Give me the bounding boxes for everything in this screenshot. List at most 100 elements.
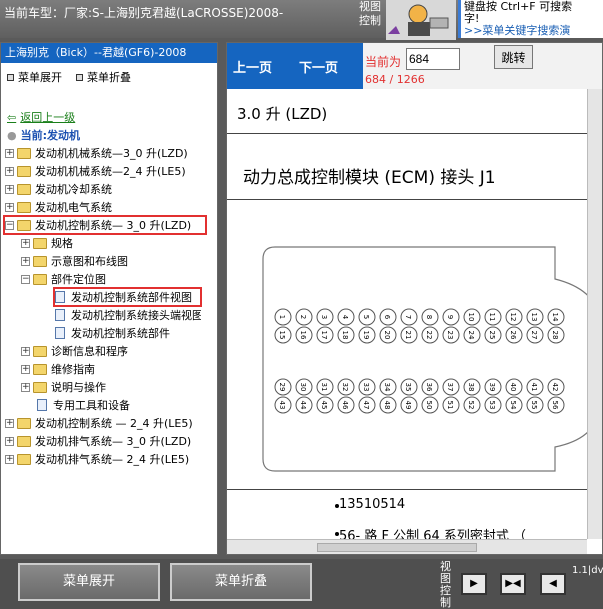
part-number: 13510514 — [339, 497, 406, 512]
tree-item-engine-electrical[interactable]: + 发动机电气系统 — [5, 199, 112, 215]
top-bar: 当前车型：厂家:S-上海别克君越(LaCROSSE)2008- 视图控制 键盘按… — [0, 0, 603, 40]
view-left-icon[interactable]: ▶ — [461, 573, 487, 595]
next-page-button[interactable]: 下一页 — [299, 57, 338, 76]
expand-icon[interactable]: + — [21, 238, 30, 248]
expand-icon[interactable]: + — [5, 436, 14, 446]
tree-label: 发动机冷却系统 — [35, 183, 112, 196]
tree-item-connector-views[interactable]: 发动机控制系统接头端视图 — [55, 307, 201, 323]
expand-icon[interactable]: + — [5, 454, 14, 464]
prev-page-button[interactable]: 上一页 — [233, 57, 272, 76]
pin-number: 39 — [488, 383, 496, 392]
expand-icon[interactable]: + — [21, 256, 30, 266]
divider — [227, 133, 602, 134]
tree-label: 发动机控制系统部件 — [71, 327, 170, 340]
expand-menu-bottom-button[interactable]: 菜单展开 — [18, 563, 160, 601]
expand-icon[interactable]: + — [21, 382, 30, 392]
folder-icon — [17, 165, 31, 177]
folder-icon — [33, 381, 47, 393]
divider — [227, 489, 602, 490]
version-label: 1.1|dv — [572, 565, 603, 576]
pin-number: 6 — [383, 315, 391, 320]
page-nav-bar: 上一页 下一页 当前为 跳转 684 / 1266 — [227, 43, 602, 89]
pin-number: 33 — [362, 383, 370, 392]
pin-number: 10 — [467, 313, 475, 322]
document-icon — [55, 291, 65, 303]
tree-item-schematics[interactable]: + 示意图和布线图 — [21, 253, 128, 269]
document-icon — [55, 327, 65, 339]
expand-menu-button[interactable]: 菜单展开 — [7, 69, 62, 85]
jump-button[interactable]: 跳转 — [494, 45, 533, 69]
pin-number: 34 — [383, 383, 391, 392]
pin-number: 40 — [509, 383, 517, 392]
expand-icon[interactable]: + — [5, 202, 14, 212]
pin-number: 49 — [404, 401, 412, 410]
tree-item-component-views[interactable]: 发动机控制系统部件视图 — [53, 287, 202, 307]
pin-number: 35 — [404, 383, 412, 392]
connector-heading: 动力总成控制模块 (ECM) 接头 J1 — [243, 168, 496, 188]
tree-item-engine-mech-lzd[interactable]: + 发动机机械系统—3_0 升(LZD) — [5, 145, 188, 161]
tree-label: 发动机机械系统—2_4 升(LE5) — [35, 165, 186, 178]
pin-number: 19 — [362, 331, 370, 340]
collapse-menu-button[interactable]: 菜单折叠 — [76, 69, 131, 85]
scroll-thumb[interactable] — [317, 543, 477, 552]
horizontal-scrollbar[interactable] — [227, 539, 587, 554]
back-link[interactable]: ⇦ 返回上一级 — [7, 109, 75, 125]
tree-item-exhaust-lzd[interactable]: + 发动机排气系统— 3_0 升(LZD) — [5, 433, 191, 449]
tree-label: 发动机控制系统接头端视图 — [71, 309, 201, 322]
tree-item-specs[interactable]: + 规格 — [21, 235, 73, 251]
expand-icon[interactable]: + — [21, 346, 30, 356]
tree-item-exhaust-le5[interactable]: + 发动机排气系统— 2_4 升(LE5) — [5, 451, 189, 467]
folder-icon — [17, 435, 31, 447]
hint-text: 键盘按 Ctrl+F 可搜索 — [464, 0, 573, 13]
folder-icon — [33, 255, 47, 267]
back-label: 返回上一级 — [20, 111, 76, 124]
pin-number: 13 — [530, 313, 538, 322]
back-arrow-icon: ⇦ — [7, 110, 17, 124]
folder-icon — [33, 363, 47, 375]
collapse-icon[interactable]: − — [5, 220, 14, 230]
view-right-icon[interactable]: ◀ — [540, 573, 566, 595]
search-demo-link[interactable]: >>菜单关键字搜索演 — [464, 25, 600, 37]
collapse-icon[interactable]: − — [21, 274, 30, 284]
tree-label: 发动机排气系统— 3_0 升(LZD) — [35, 435, 192, 448]
view-split-icon[interactable]: ▶◀ — [500, 573, 526, 595]
pin-number: 45 — [320, 401, 328, 410]
pin-number: 15 — [278, 331, 286, 340]
tree-item-repair[interactable]: + 维修指南 — [21, 361, 95, 377]
tree-label: 说明与操作 — [51, 381, 106, 394]
collapse-menu-bottom-button[interactable]: 菜单折叠 — [170, 563, 312, 601]
pin-number: 8 — [425, 315, 433, 319]
pin-number: 42 — [551, 383, 559, 392]
expand-icon[interactable]: + — [5, 166, 14, 176]
tree-item-diagnostics[interactable]: + 诊断信息和程序 — [21, 343, 128, 359]
expand-icon[interactable]: + — [21, 364, 30, 374]
folder-icon — [17, 453, 31, 465]
tree-label: 部件定位图 — [51, 273, 106, 286]
tree-item-engine-control-lzd[interactable]: − 发动机控制系统— 3_0 升(LZD) — [3, 215, 207, 235]
page-count: 684 / 1266 — [365, 73, 425, 86]
vertical-scrollbar[interactable] — [587, 89, 602, 539]
folder-icon — [17, 147, 31, 159]
folder-icon — [17, 219, 31, 231]
tree-item-tools[interactable]: 专用工具和设备 — [37, 397, 130, 413]
tree-item-engine-mech-le5[interactable]: + 发动机机械系统—2_4 升(LE5) — [5, 163, 186, 179]
vehicle-label: 当前车型：厂家:S-上海别克君越(LaCROSSE)2008- — [4, 6, 284, 20]
expand-icon[interactable]: + — [5, 184, 14, 194]
document-content: 3.0 升 (LZD) 动力总成控制模块 (ECM) 接头 J1 1 15 2 16 3… — [227, 89, 602, 539]
tree-item-engine-cooling[interactable]: + 发动机冷却系统 — [5, 181, 112, 197]
expand-icon[interactable]: + — [5, 418, 14, 428]
expand-icon[interactable]: + — [5, 148, 14, 158]
tree-item-engine-control-le5[interactable]: + 发动机控制系统 — 2_4 升(LE5) — [5, 415, 193, 431]
folder-icon — [33, 237, 47, 249]
pin-number: 5 — [362, 315, 370, 319]
pin-number: 16 — [299, 331, 307, 340]
page-number-input[interactable] — [406, 48, 460, 70]
pin-number: 20 — [383, 331, 391, 340]
folder-icon — [33, 345, 47, 357]
tree-item-components[interactable]: 发动机控制系统部件 — [55, 325, 170, 341]
tree-item-description[interactable]: + 说明与操作 — [21, 379, 106, 395]
tree-label: 发动机排气系统— 2_4 升(LE5) — [35, 453, 190, 466]
tree-label: 诊断信息和程序 — [51, 345, 128, 358]
tree-item-locator[interactable]: − 部件定位图 — [21, 271, 106, 287]
document-panel: 上一页 下一页 当前为 跳转 684 / 1266 3.0 升 (LZD) 动力… — [226, 42, 603, 555]
